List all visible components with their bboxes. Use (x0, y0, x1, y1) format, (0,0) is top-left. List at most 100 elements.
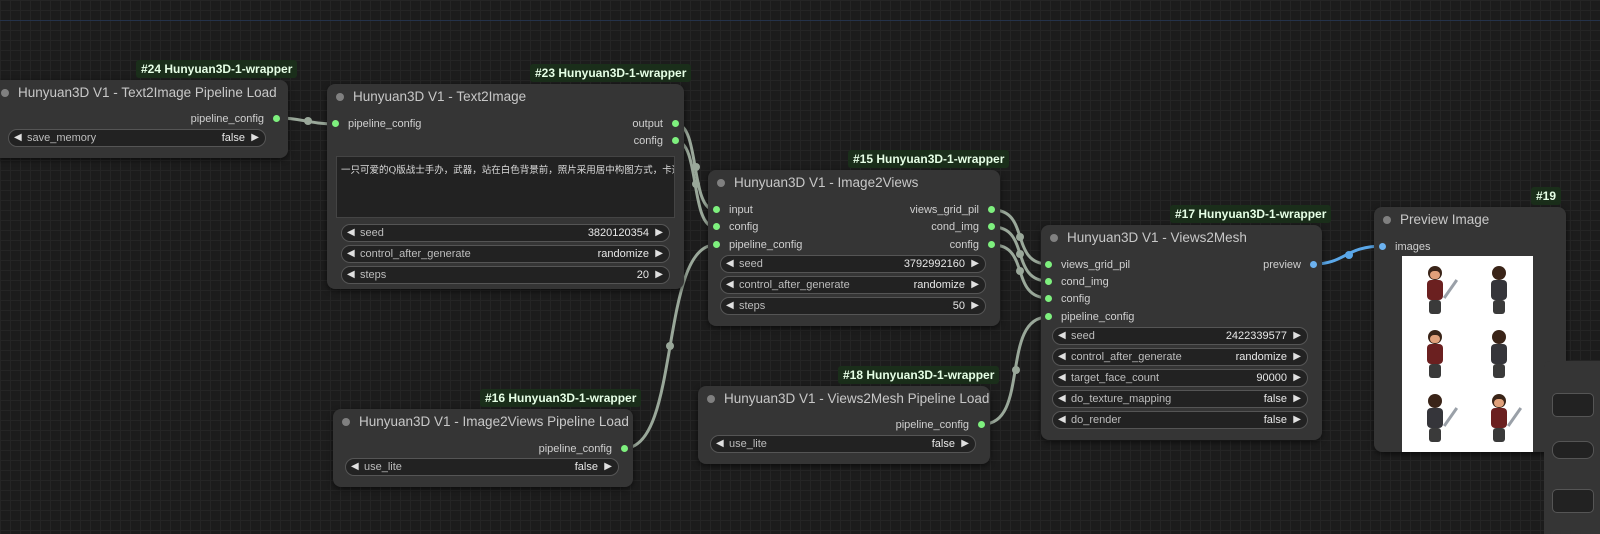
widget-do-render[interactable]: ◀ do_render false ▶ (1052, 411, 1308, 429)
node-title[interactable]: Hunyuan3D V1 - Image2Views (708, 170, 1000, 196)
input-pin-icon[interactable] (1045, 313, 1052, 320)
input-pin-icon[interactable] (713, 241, 720, 248)
triangle-left-icon[interactable]: ◀ (726, 256, 734, 272)
triangle-right-icon[interactable]: ▶ (604, 459, 612, 475)
output-config[interactable]: config (950, 238, 995, 252)
output-pin-icon[interactable] (273, 115, 280, 122)
output-pin-icon[interactable] (988, 206, 995, 213)
output-output[interactable]: output (632, 117, 679, 131)
node-title[interactable]: Preview Image (1374, 207, 1566, 233)
output-pin-icon[interactable] (988, 223, 995, 230)
output-pin-icon[interactable] (1310, 261, 1317, 268)
input-config[interactable]: config (1045, 292, 1090, 306)
node-text2image-pipeline-load[interactable]: Hunyuan3D V1 - Text2Image Pipeline Load … (0, 80, 288, 158)
panel-button[interactable] (1552, 441, 1594, 459)
output-pipeline-config[interactable]: pipeline_config (896, 418, 985, 432)
output-pin-icon[interactable] (988, 241, 995, 248)
triangle-left-icon[interactable]: ◀ (1058, 370, 1066, 386)
input-pin-icon[interactable] (1379, 243, 1386, 250)
widget-steps[interactable]: ◀ steps 20 ▶ (341, 266, 670, 284)
widget-value: 90000 (1256, 372, 1287, 384)
node-image2views[interactable]: Hunyuan3D V1 - Image2Views input config … (708, 170, 1000, 326)
input-pipeline-config[interactable]: pipeline_config (1045, 310, 1134, 324)
input-input[interactable]: input (713, 203, 753, 217)
input-pin-icon[interactable] (1045, 261, 1052, 268)
preview-view-3 (1422, 328, 1448, 380)
widget-steps[interactable]: ◀ steps 50 ▶ (720, 297, 986, 315)
triangle-right-icon[interactable]: ▶ (971, 277, 979, 293)
triangle-left-icon[interactable]: ◀ (347, 267, 355, 283)
triangle-left-icon[interactable]: ◀ (716, 436, 724, 452)
input-views-grid-pil[interactable]: views_grid_pil (1045, 258, 1130, 272)
widget-use-lite[interactable]: ◀ use_lite false ▶ (345, 458, 619, 476)
triangle-left-icon[interactable]: ◀ (726, 298, 734, 314)
triangle-left-icon[interactable]: ◀ (1058, 412, 1066, 428)
output-config[interactable]: config (634, 134, 679, 148)
panel-button[interactable] (1552, 489, 1594, 513)
input-pin-icon[interactable] (1045, 278, 1052, 285)
panel-button[interactable] (1552, 393, 1594, 417)
input-pin-icon[interactable] (1045, 295, 1052, 302)
input-config[interactable]: config (713, 220, 758, 234)
widget-seed[interactable]: ◀ seed 2422339577 ▶ (1052, 327, 1308, 345)
node-views2mesh[interactable]: Hunyuan3D V1 - Views2Mesh views_grid_pil… (1041, 225, 1322, 440)
widget-seed[interactable]: ◀ seed 3820120354 ▶ (341, 224, 670, 242)
node-image2views-pipeline-load[interactable]: Hunyuan3D V1 - Image2Views Pipeline Load… (333, 409, 633, 487)
triangle-right-icon[interactable]: ▶ (1293, 370, 1301, 386)
triangle-left-icon[interactable]: ◀ (351, 459, 359, 475)
input-pin-icon[interactable] (713, 206, 720, 213)
triangle-left-icon[interactable]: ◀ (347, 225, 355, 241)
input-images[interactable]: images (1379, 240, 1430, 254)
output-pipeline-config[interactable]: pipeline_config (191, 112, 280, 126)
triangle-right-icon[interactable]: ▶ (971, 256, 979, 272)
node-title[interactable]: Hunyuan3D V1 - Image2Views Pipeline Load (333, 409, 633, 435)
node-title[interactable]: Hunyuan3D V1 - Views2Mesh (1041, 225, 1322, 251)
output-pin-icon[interactable] (672, 120, 679, 127)
input-cond-img[interactable]: cond_img (1045, 275, 1109, 289)
output-pin-icon[interactable] (978, 421, 985, 428)
triangle-left-icon[interactable]: ◀ (1058, 328, 1066, 344)
triangle-right-icon[interactable]: ▶ (655, 267, 663, 283)
node-title[interactable]: Hunyuan3D V1 - Text2Image (327, 84, 684, 110)
widget-use-lite[interactable]: ◀ use_lite false ▶ (710, 435, 976, 453)
widget-control-after-generate[interactable]: ◀ control_after_generate randomize ▶ (720, 276, 986, 294)
triangle-left-icon[interactable]: ◀ (14, 130, 22, 146)
preview-image[interactable] (1402, 256, 1533, 452)
input-pin-icon[interactable] (713, 223, 720, 230)
input-pipeline-config[interactable]: pipeline_config (332, 117, 421, 131)
output-views-grid-pil[interactable]: views_grid_pil (910, 203, 995, 217)
triangle-left-icon[interactable]: ◀ (347, 246, 355, 262)
input-pipeline-config[interactable]: pipeline_config (713, 238, 802, 252)
widget-target-face-count[interactable]: ◀ target_face_count 90000 ▶ (1052, 369, 1308, 387)
triangle-left-icon[interactable]: ◀ (1058, 391, 1066, 407)
prompt-textarea[interactable]: 一只可爱的Q版战士手办，武器，站在白色背景前，照片采用居中构图方式，卡通风格 (336, 156, 675, 218)
output-pipeline-config[interactable]: pipeline_config (539, 442, 628, 456)
triangle-left-icon[interactable]: ◀ (726, 277, 734, 293)
triangle-right-icon[interactable]: ▶ (655, 246, 663, 262)
output-preview[interactable]: preview (1263, 258, 1317, 272)
triangle-right-icon[interactable]: ▶ (971, 298, 979, 314)
triangle-right-icon[interactable]: ▶ (1293, 391, 1301, 407)
widget-save-memory[interactable]: ◀ save_memory false ▶ (8, 129, 266, 147)
node-text2image[interactable]: Hunyuan3D V1 - Text2Image pipeline_confi… (327, 84, 684, 289)
node-title[interactable]: Hunyuan3D V1 - Text2Image Pipeline Load (0, 80, 288, 106)
triangle-right-icon[interactable]: ▶ (655, 225, 663, 241)
triangle-right-icon[interactable]: ▶ (961, 436, 969, 452)
widget-control-after-generate[interactable]: ◀ control_after_generate randomize ▶ (341, 245, 670, 263)
node-preview-image[interactable]: Preview Image images (1374, 207, 1566, 452)
widget-control-after-generate[interactable]: ◀ control_after_generate randomize ▶ (1052, 348, 1308, 366)
triangle-right-icon[interactable]: ▶ (1293, 412, 1301, 428)
output-pin-icon[interactable] (672, 137, 679, 144)
side-panel-partial[interactable] (1544, 361, 1600, 534)
triangle-left-icon[interactable]: ◀ (1058, 349, 1066, 365)
widget-do-texture-mapping[interactable]: ◀ do_texture_mapping false ▶ (1052, 390, 1308, 408)
widget-seed[interactable]: ◀ seed 3792992160 ▶ (720, 255, 986, 273)
triangle-right-icon[interactable]: ▶ (1293, 349, 1301, 365)
input-pin-icon[interactable] (332, 120, 339, 127)
triangle-right-icon[interactable]: ▶ (251, 130, 259, 146)
triangle-right-icon[interactable]: ▶ (1293, 328, 1301, 344)
output-cond-img[interactable]: cond_img (931, 220, 995, 234)
node-views2mesh-pipeline-load[interactable]: Hunyuan3D V1 - Views2Mesh Pipeline Load … (698, 386, 990, 464)
output-pin-icon[interactable] (621, 445, 628, 452)
node-title[interactable]: Hunyuan3D V1 - Views2Mesh Pipeline Load (698, 386, 990, 412)
